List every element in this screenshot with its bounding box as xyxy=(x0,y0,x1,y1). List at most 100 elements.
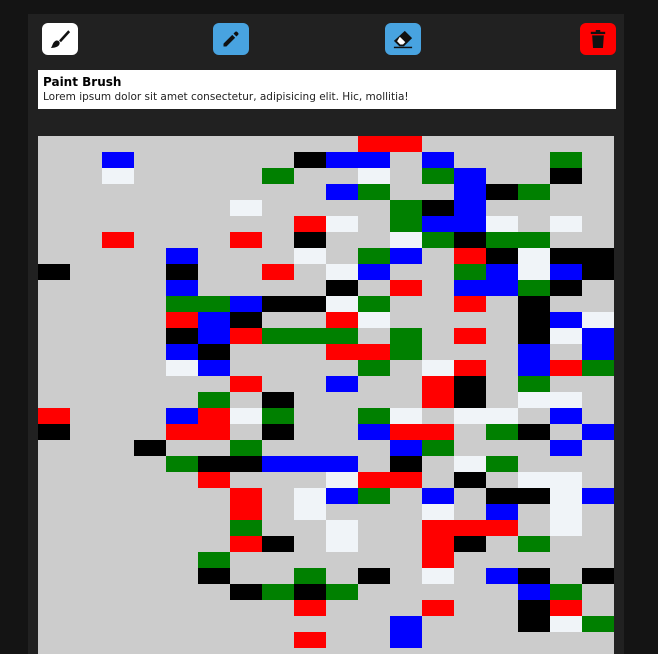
painted-cell[interactable] xyxy=(550,584,582,600)
painted-cell[interactable] xyxy=(390,232,422,248)
painted-cell[interactable] xyxy=(198,568,230,584)
painted-cell[interactable] xyxy=(486,520,518,536)
painted-cell[interactable] xyxy=(582,616,614,632)
painted-cell[interactable] xyxy=(454,296,486,312)
painted-cell[interactable] xyxy=(198,408,230,424)
painted-cell[interactable] xyxy=(390,328,422,344)
painted-cell[interactable] xyxy=(486,248,518,264)
painted-cell[interactable] xyxy=(550,472,582,488)
painted-cell[interactable] xyxy=(422,440,454,456)
painted-cell[interactable] xyxy=(486,456,518,472)
painted-cell[interactable] xyxy=(486,264,518,280)
painted-cell[interactable] xyxy=(390,424,422,440)
painted-cell[interactable] xyxy=(422,360,454,376)
painted-cell[interactable] xyxy=(358,472,390,488)
painted-cell[interactable] xyxy=(518,488,550,504)
painted-cell[interactable] xyxy=(262,536,294,552)
painted-cell[interactable] xyxy=(390,456,422,472)
painted-cell[interactable] xyxy=(230,312,262,328)
painted-cell[interactable] xyxy=(198,344,230,360)
painted-cell[interactable] xyxy=(454,520,486,536)
painted-cell[interactable] xyxy=(230,328,262,344)
painted-cell[interactable] xyxy=(358,568,390,584)
painted-cell[interactable] xyxy=(390,248,422,264)
painted-cell[interactable] xyxy=(454,392,486,408)
painted-cell[interactable] xyxy=(294,584,326,600)
painted-cell[interactable] xyxy=(518,184,550,200)
painted-cell[interactable] xyxy=(326,264,358,280)
painted-cell[interactable] xyxy=(518,392,550,408)
painted-cell[interactable] xyxy=(518,584,550,600)
painted-cell[interactable] xyxy=(518,264,550,280)
painted-cell[interactable] xyxy=(230,536,262,552)
painted-cell[interactable] xyxy=(550,328,582,344)
painted-cell[interactable] xyxy=(38,424,70,440)
painted-cell[interactable] xyxy=(262,328,294,344)
paint-brush-button[interactable] xyxy=(42,23,78,55)
painted-cell[interactable] xyxy=(38,264,70,280)
painted-cell[interactable] xyxy=(166,312,198,328)
painted-cell[interactable] xyxy=(518,600,550,616)
painted-cell[interactable] xyxy=(358,248,390,264)
painted-cell[interactable] xyxy=(518,376,550,392)
painted-cell[interactable] xyxy=(390,344,422,360)
painted-cell[interactable] xyxy=(38,408,70,424)
painted-cell[interactable] xyxy=(422,504,454,520)
painted-cell[interactable] xyxy=(582,488,614,504)
painted-cell[interactable] xyxy=(262,584,294,600)
painted-cell[interactable] xyxy=(294,248,326,264)
painted-cell[interactable] xyxy=(454,184,486,200)
painted-cell[interactable] xyxy=(422,536,454,552)
painted-cell[interactable] xyxy=(326,328,358,344)
painted-cell[interactable] xyxy=(518,472,550,488)
painted-cell[interactable] xyxy=(582,248,614,264)
painted-cell[interactable] xyxy=(358,408,390,424)
painted-cell[interactable] xyxy=(102,232,134,248)
painted-cell[interactable] xyxy=(294,600,326,616)
painted-cell[interactable] xyxy=(102,168,134,184)
painted-cell[interactable] xyxy=(230,376,262,392)
painted-cell[interactable] xyxy=(358,488,390,504)
painted-cell[interactable] xyxy=(518,616,550,632)
painted-cell[interactable] xyxy=(454,168,486,184)
painted-cell[interactable] xyxy=(230,456,262,472)
painted-cell[interactable] xyxy=(262,264,294,280)
painted-cell[interactable] xyxy=(294,232,326,248)
painted-cell[interactable] xyxy=(582,360,614,376)
painted-cell[interactable] xyxy=(390,440,422,456)
painted-cell[interactable] xyxy=(454,328,486,344)
painted-cell[interactable] xyxy=(390,472,422,488)
painted-cell[interactable] xyxy=(422,552,454,568)
painted-cell[interactable] xyxy=(198,424,230,440)
painted-cell[interactable] xyxy=(294,328,326,344)
painted-cell[interactable] xyxy=(230,232,262,248)
painted-cell[interactable] xyxy=(454,376,486,392)
painted-cell[interactable] xyxy=(550,312,582,328)
painted-cell[interactable] xyxy=(326,280,358,296)
painted-cell[interactable] xyxy=(166,424,198,440)
painted-cell[interactable] xyxy=(262,392,294,408)
painted-cell[interactable] xyxy=(134,440,166,456)
painted-cell[interactable] xyxy=(326,344,358,360)
painted-cell[interactable] xyxy=(358,344,390,360)
painted-cell[interactable] xyxy=(230,584,262,600)
painted-cell[interactable] xyxy=(518,296,550,312)
painted-cell[interactable] xyxy=(518,328,550,344)
drawing-canvas[interactable] xyxy=(38,136,614,654)
painted-cell[interactable] xyxy=(550,216,582,232)
painted-cell[interactable] xyxy=(166,408,198,424)
painted-cell[interactable] xyxy=(358,424,390,440)
painted-cell[interactable] xyxy=(198,360,230,376)
eraser-button[interactable] xyxy=(385,23,421,55)
painted-cell[interactable] xyxy=(294,488,326,504)
painted-cell[interactable] xyxy=(454,456,486,472)
painted-cell[interactable] xyxy=(326,472,358,488)
painted-cell[interactable] xyxy=(422,424,454,440)
painted-cell[interactable] xyxy=(358,264,390,280)
painted-cell[interactable] xyxy=(422,392,454,408)
painted-cell[interactable] xyxy=(326,152,358,168)
painted-cell[interactable] xyxy=(422,600,454,616)
painted-cell[interactable] xyxy=(486,488,518,504)
painted-cell[interactable] xyxy=(294,296,326,312)
painted-cell[interactable] xyxy=(518,568,550,584)
